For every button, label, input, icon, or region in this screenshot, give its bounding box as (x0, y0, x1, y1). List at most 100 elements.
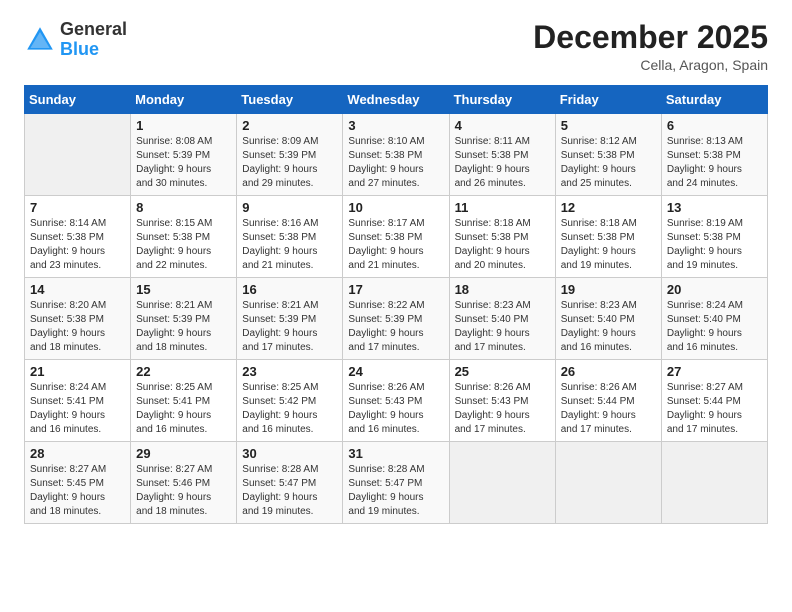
cell-info: Sunrise: 8:09 AM Sunset: 5:39 PM Dayligh… (242, 135, 337, 191)
day-number: 3 (348, 118, 443, 133)
title-block: December 2025 Cella, Aragon, Spain (533, 20, 768, 73)
calendar-cell: 22 Sunrise: 8:25 AM Sunset: 5:41 PM Dayli… (131, 360, 237, 442)
calendar-cell: 2Sunrise: 8:09 AM Sunset: 5:39 PM Daylig… (237, 114, 343, 196)
day-number: 23 (242, 364, 337, 379)
cell-info: Sunrise: 8:24 AM Sunset: 5:41 PM Dayligh… (30, 381, 125, 437)
calendar-cell: 18Sunrise: 8:23 AM Sunset: 5:40 PM Dayli… (449, 278, 555, 360)
day-number: 10 (348, 200, 443, 215)
week-row-5: 28Sunrise: 8:27 AM Sunset: 5:45 PM Dayli… (25, 442, 768, 524)
logo-text: General Blue (60, 20, 127, 60)
calendar-cell: 24Sunrise: 8:26 AM Sunset: 5:43 PM Dayli… (343, 360, 449, 442)
cell-info: Sunrise: 8:11 AM Sunset: 5:38 PM Dayligh… (455, 135, 550, 191)
cell-info: Sunrise: 8:12 AM Sunset: 5:38 PM Dayligh… (561, 135, 656, 191)
calendar-cell: 29 Sunrise: 8:27 AM Sunset: 5:46 PM Dayli… (131, 442, 237, 524)
cell-info: Sunrise: 8:27 AM Sunset: 5:44 PM Dayligh… (667, 381, 762, 437)
cell-info: Sunrise: 8:08 AM Sunset: 5:39 PM Dayligh… (136, 135, 231, 191)
cell-info: Sunrise: 8:28 AM Sunset: 5:47 PM Dayligh… (242, 463, 337, 519)
calendar-cell: 15 Sunrise: 8:21 AM Sunset: 5:39 PM Dayli… (131, 278, 237, 360)
header: General Blue December 2025 Cella, Aragon… (24, 20, 768, 73)
calendar-cell: 6Sunrise: 8:13 AM Sunset: 5:38 PM Daylig… (661, 114, 767, 196)
day-number: 16 (242, 282, 337, 297)
day-number: 13 (667, 200, 762, 215)
page: General Blue December 2025 Cella, Aragon… (0, 0, 792, 612)
day-number: 15 (136, 282, 231, 297)
calendar-cell (449, 442, 555, 524)
cell-info: Sunrise: 8:17 AM Sunset: 5:38 PM Dayligh… (348, 217, 443, 273)
calendar-cell: 1 Sunrise: 8:08 AM Sunset: 5:39 PM Daylig… (131, 114, 237, 196)
calendar-cell: 19 Sunrise: 8:23 AM Sunset: 5:40 PM Dayli… (555, 278, 661, 360)
day-number: 5 (561, 118, 656, 133)
calendar-cell: 7 Sunrise: 8:14 AM Sunset: 5:38 PM Daylig… (25, 196, 131, 278)
cell-info: Sunrise: 8:27 AM Sunset: 5:45 PM Dayligh… (30, 463, 125, 519)
weekday-sunday: Sunday (25, 86, 131, 114)
cell-info: Sunrise: 8:18 AM Sunset: 5:38 PM Dayligh… (455, 217, 550, 273)
location: Cella, Aragon, Spain (533, 57, 768, 73)
day-number: 21 (30, 364, 125, 379)
day-number: 24 (348, 364, 443, 379)
cell-info: Sunrise: 8:25 AM Sunset: 5:41 PM Dayligh… (136, 381, 231, 437)
cell-info: Sunrise: 8:24 AM Sunset: 5:40 PM Dayligh… (667, 299, 762, 355)
cell-info: Sunrise: 8:18 AM Sunset: 5:38 PM Dayligh… (561, 217, 656, 273)
day-number: 22 (136, 364, 231, 379)
week-row-2: 7 Sunrise: 8:14 AM Sunset: 5:38 PM Daylig… (25, 196, 768, 278)
day-number: 1 (136, 118, 231, 133)
calendar-cell: 20Sunrise: 8:24 AM Sunset: 5:40 PM Dayli… (661, 278, 767, 360)
calendar-cell: 21 Sunrise: 8:24 AM Sunset: 5:41 PM Dayli… (25, 360, 131, 442)
cell-info: Sunrise: 8:10 AM Sunset: 5:38 PM Dayligh… (348, 135, 443, 191)
week-row-1: 1 Sunrise: 8:08 AM Sunset: 5:39 PM Daylig… (25, 114, 768, 196)
day-number: 12 (561, 200, 656, 215)
cell-info: Sunrise: 8:21 AM Sunset: 5:39 PM Dayligh… (136, 299, 231, 355)
day-number: 8 (136, 200, 231, 215)
calendar-cell: 31 Sunrise: 8:28 AM Sunset: 5:47 PM Dayli… (343, 442, 449, 524)
week-row-3: 14Sunrise: 8:20 AM Sunset: 5:38 PM Dayli… (25, 278, 768, 360)
calendar-cell: 23 Sunrise: 8:25 AM Sunset: 5:42 PM Dayli… (237, 360, 343, 442)
calendar-cell: 5 Sunrise: 8:12 AM Sunset: 5:38 PM Daylig… (555, 114, 661, 196)
calendar-cell (661, 442, 767, 524)
calendar-body: 1 Sunrise: 8:08 AM Sunset: 5:39 PM Daylig… (25, 114, 768, 524)
day-number: 6 (667, 118, 762, 133)
calendar-cell: 28Sunrise: 8:27 AM Sunset: 5:45 PM Dayli… (25, 442, 131, 524)
weekday-thursday: Thursday (449, 86, 555, 114)
day-number: 9 (242, 200, 337, 215)
calendar-cell: 12 Sunrise: 8:18 AM Sunset: 5:38 PM Dayli… (555, 196, 661, 278)
day-number: 7 (30, 200, 125, 215)
cell-info: Sunrise: 8:28 AM Sunset: 5:47 PM Dayligh… (348, 463, 443, 519)
weekday-row: SundayMondayTuesdayWednesdayThursdayFrid… (25, 86, 768, 114)
day-number: 30 (242, 446, 337, 461)
cell-info: Sunrise: 8:21 AM Sunset: 5:39 PM Dayligh… (242, 299, 337, 355)
calendar-cell: 26 Sunrise: 8:26 AM Sunset: 5:44 PM Dayli… (555, 360, 661, 442)
logo-general-text: General (60, 19, 127, 39)
weekday-saturday: Saturday (661, 86, 767, 114)
logo-blue-text: Blue (60, 39, 99, 59)
cell-info: Sunrise: 8:23 AM Sunset: 5:40 PM Dayligh… (561, 299, 656, 355)
cell-info: Sunrise: 8:25 AM Sunset: 5:42 PM Dayligh… (242, 381, 337, 437)
calendar-cell: 27 Sunrise: 8:27 AM Sunset: 5:44 PM Dayli… (661, 360, 767, 442)
cell-info: Sunrise: 8:14 AM Sunset: 5:38 PM Dayligh… (30, 217, 125, 273)
calendar: SundayMondayTuesdayWednesdayThursdayFrid… (24, 85, 768, 524)
calendar-cell (25, 114, 131, 196)
weekday-monday: Monday (131, 86, 237, 114)
weekday-friday: Friday (555, 86, 661, 114)
calendar-cell: 30 Sunrise: 8:28 AM Sunset: 5:47 PM Dayli… (237, 442, 343, 524)
calendar-cell: 10 Sunrise: 8:17 AM Sunset: 5:38 PM Dayli… (343, 196, 449, 278)
week-row-4: 21 Sunrise: 8:24 AM Sunset: 5:41 PM Dayli… (25, 360, 768, 442)
cell-info: Sunrise: 8:23 AM Sunset: 5:40 PM Dayligh… (455, 299, 550, 355)
day-number: 29 (136, 446, 231, 461)
calendar-cell: 25Sunrise: 8:26 AM Sunset: 5:43 PM Dayli… (449, 360, 555, 442)
cell-info: Sunrise: 8:26 AM Sunset: 5:43 PM Dayligh… (455, 381, 550, 437)
calendar-cell: 4Sunrise: 8:11 AM Sunset: 5:38 PM Daylig… (449, 114, 555, 196)
cell-info: Sunrise: 8:16 AM Sunset: 5:38 PM Dayligh… (242, 217, 337, 273)
cell-info: Sunrise: 8:27 AM Sunset: 5:46 PM Dayligh… (136, 463, 231, 519)
cell-info: Sunrise: 8:15 AM Sunset: 5:38 PM Dayligh… (136, 217, 231, 273)
day-number: 26 (561, 364, 656, 379)
day-number: 19 (561, 282, 656, 297)
calendar-cell: 13Sunrise: 8:19 AM Sunset: 5:38 PM Dayli… (661, 196, 767, 278)
cell-info: Sunrise: 8:26 AM Sunset: 5:44 PM Dayligh… (561, 381, 656, 437)
calendar-cell: 11 Sunrise: 8:18 AM Sunset: 5:38 PM Dayli… (449, 196, 555, 278)
month-title: December 2025 (533, 20, 768, 55)
calendar-cell: 9 Sunrise: 8:16 AM Sunset: 5:38 PM Daylig… (237, 196, 343, 278)
day-number: 11 (455, 200, 550, 215)
day-number: 27 (667, 364, 762, 379)
day-number: 31 (348, 446, 443, 461)
calendar-cell: 14Sunrise: 8:20 AM Sunset: 5:38 PM Dayli… (25, 278, 131, 360)
